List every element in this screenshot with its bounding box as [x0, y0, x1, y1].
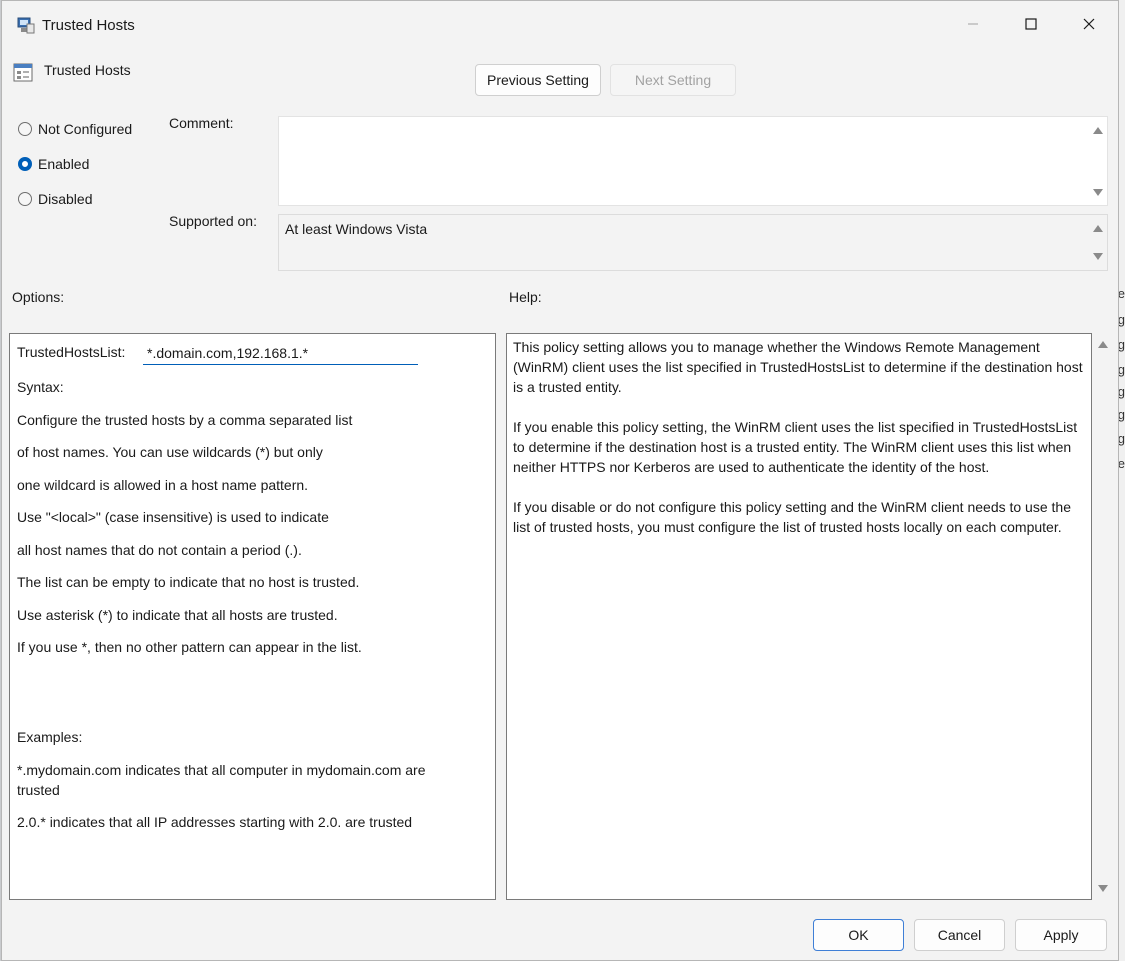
radio-label: Disabled — [38, 191, 93, 207]
help-paragraph: If you disable or do not configure this … — [513, 499, 1071, 535]
option-text-line: The list can be empty to indicate that n… — [17, 574, 360, 590]
option-text-line: If you use *, then no other pattern can … — [17, 639, 362, 655]
option-text-line: Syntax: — [17, 379, 64, 395]
minimize-icon — [968, 23, 978, 25]
option-text-line: trusted — [17, 782, 60, 798]
trusted-hosts-list-label: TrustedHostsList: — [17, 344, 126, 360]
radio-enabled[interactable]: Enabled — [18, 154, 89, 174]
options-label: Options: — [12, 289, 65, 305]
policy-icon — [17, 16, 35, 37]
apply-button[interactable]: Apply — [1015, 919, 1107, 951]
option-text-line: Use asterisk (*) to indicate that all ho… — [17, 607, 338, 623]
help-label: Help: — [509, 289, 542, 305]
radio-label: Enabled — [38, 156, 90, 172]
options-panel: TrustedHostsList: Syntax: Configure the … — [9, 333, 496, 900]
scroll-up-icon[interactable] — [1098, 341, 1108, 348]
scroll-up-icon[interactable] — [1093, 225, 1103, 232]
previous-setting-button[interactable]: Previous Setting — [475, 64, 601, 96]
comment-label: Comment: — [169, 115, 234, 131]
window-title: Trusted Hosts — [42, 17, 135, 34]
setting-icon — [13, 62, 33, 85]
scroll-down-icon[interactable] — [1093, 253, 1103, 260]
option-text-line: of host names. You can use wildcards (*)… — [17, 444, 323, 460]
minimize-button[interactable] — [950, 7, 996, 41]
radio-circle — [18, 192, 32, 206]
help-text: This policy setting allows you to manage… — [513, 337, 1088, 557]
ok-button[interactable]: OK — [813, 919, 904, 951]
close-button[interactable] — [1066, 7, 1112, 41]
help-panel: This policy setting allows you to manage… — [506, 333, 1092, 900]
option-text-line: *.mydomain.com indicates that all comput… — [17, 762, 426, 778]
trusted-hosts-dialog: Trusted Hosts Trusted Hosts Previous Set… — [1, 0, 1119, 961]
comment-field[interactable] — [278, 116, 1108, 206]
help-paragraph: If you enable this policy setting, the W… — [513, 419, 1078, 475]
supported-scrollbar[interactable] — [1089, 215, 1107, 270]
scroll-down-icon[interactable] — [1098, 885, 1108, 892]
scroll-down-icon[interactable] — [1093, 189, 1103, 196]
option-text-line: 2.0.* indicates that all IP addresses st… — [17, 814, 413, 830]
trusted-hosts-list-input[interactable] — [143, 339, 418, 365]
scroll-up-icon[interactable] — [1093, 127, 1103, 134]
radio-circle-selected — [18, 157, 32, 171]
supported-on-field: At least Windows Vista — [278, 214, 1108, 271]
setting-title: Trusted Hosts — [44, 62, 131, 78]
comment-scrollbar[interactable] — [1089, 117, 1107, 205]
cancel-button[interactable]: Cancel — [914, 919, 1005, 951]
radio-circle — [18, 122, 32, 136]
option-text-line: Configure the trusted hosts by a comma s… — [17, 412, 353, 428]
supported-on-value: At least Windows Vista — [285, 221, 428, 237]
radio-label: Not Configured — [38, 121, 133, 137]
maximize-button[interactable] — [1008, 7, 1054, 41]
radio-not-configured[interactable]: Not Configured — [18, 119, 132, 139]
supported-on-label: Supported on: — [169, 213, 257, 229]
maximize-icon — [1025, 18, 1037, 30]
option-text-line: Use "<local>" (case insensitive) is used… — [17, 509, 329, 525]
next-setting-button[interactable]: Next Setting — [610, 64, 736, 96]
option-text-line: all host names that do not contain a per… — [17, 542, 302, 558]
radio-disabled[interactable]: Disabled — [18, 189, 92, 209]
help-scrollbar[interactable] — [1094, 333, 1112, 900]
close-icon — [1083, 18, 1095, 30]
option-text-line: one wildcard is allowed in a host name p… — [17, 477, 309, 493]
help-paragraph: This policy setting allows you to manage… — [513, 339, 1083, 395]
title-bar[interactable]: Trusted Hosts — [2, 1, 1118, 51]
option-text-line: Examples: — [17, 729, 83, 745]
